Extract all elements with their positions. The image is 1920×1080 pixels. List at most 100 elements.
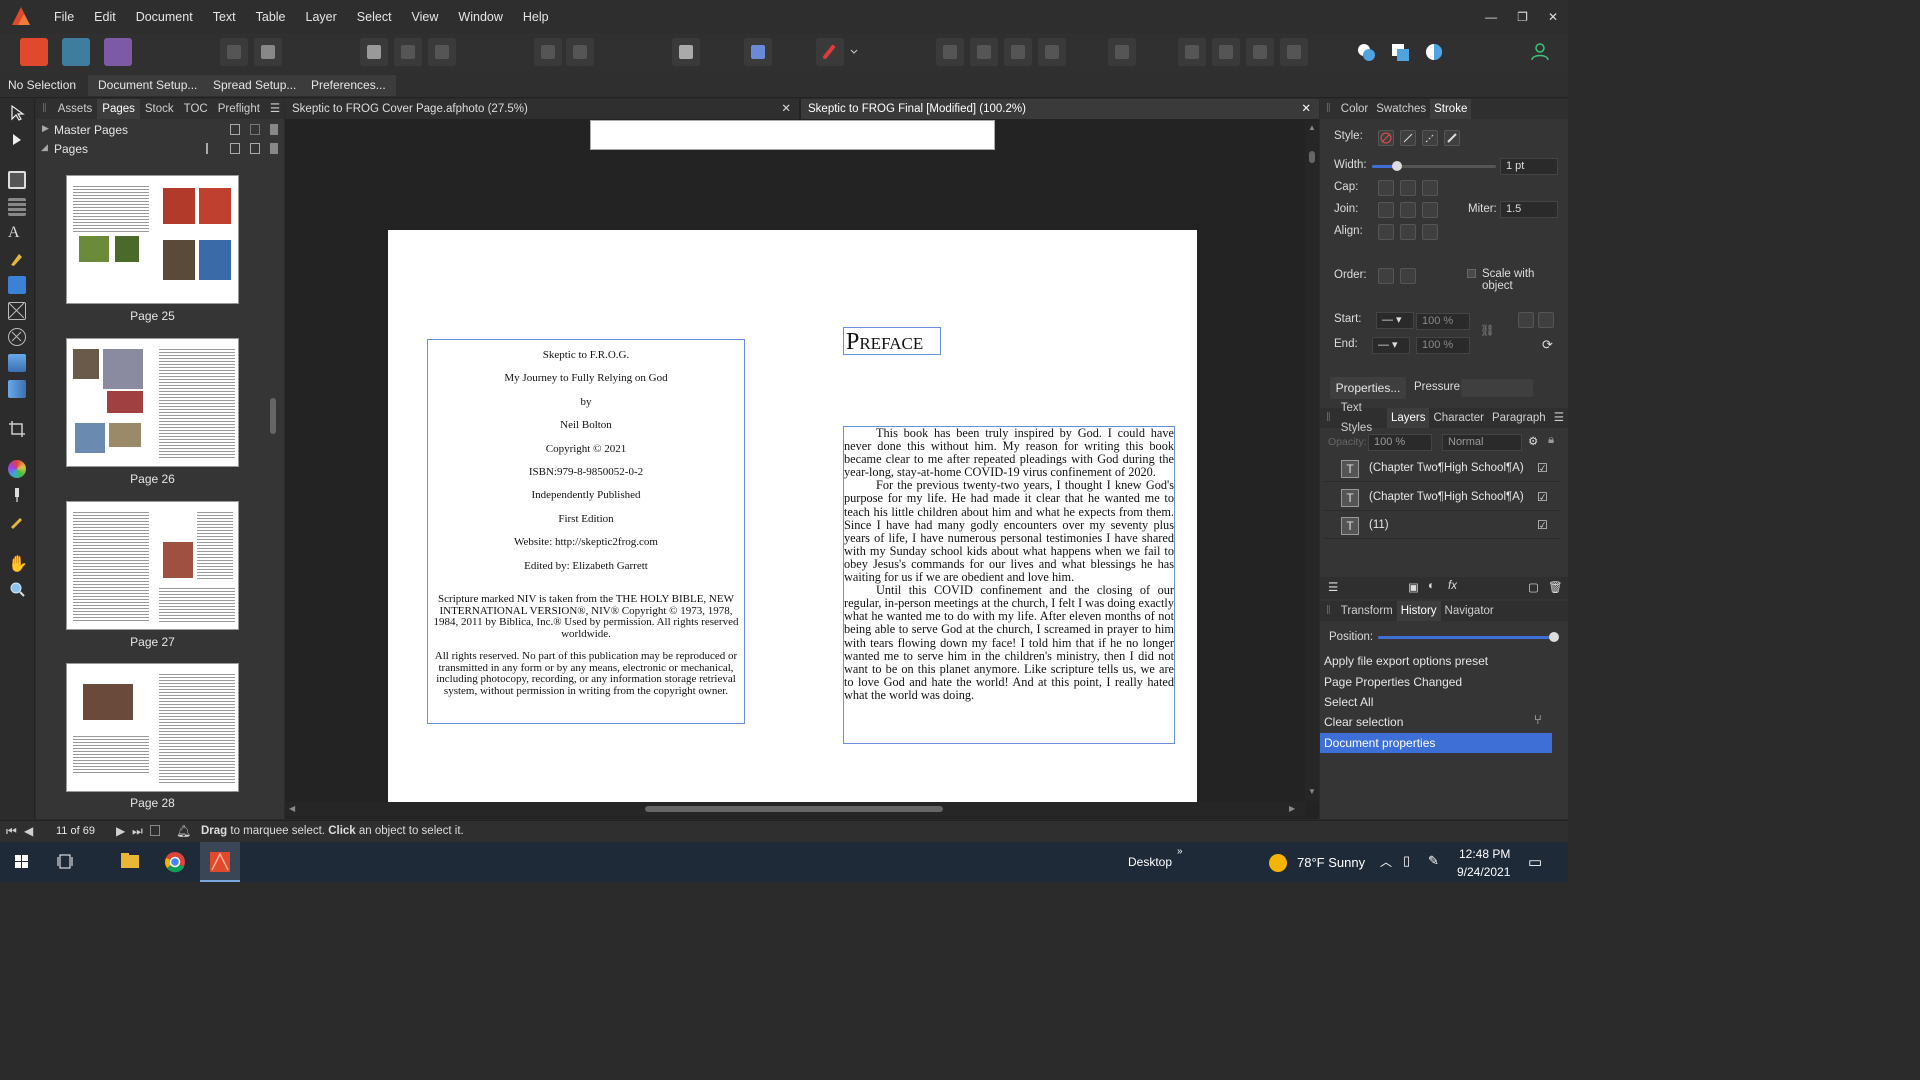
lock-icon[interactable]: 🔒︎ — [1548, 434, 1554, 447]
crop-tool-icon[interactable] — [8, 420, 26, 438]
first-page-icon[interactable]: ⏮ — [6, 824, 17, 839]
picture-frame-tool-icon[interactable] — [8, 302, 26, 320]
color-picker-icon[interactable] — [8, 512, 26, 530]
page-counter[interactable]: 11 of 69 — [56, 825, 95, 837]
round-join-icon[interactable] — [1400, 202, 1416, 218]
rectangle-tool-icon[interactable] — [8, 276, 26, 294]
move-forward-icon[interactable] — [936, 38, 964, 66]
menu-layer[interactable]: Layer — [296, 0, 347, 34]
menu-table[interactable]: Table — [246, 0, 296, 34]
move-back-icon[interactable] — [970, 38, 998, 66]
pages-section[interactable]: ◢ Pages — [40, 140, 280, 158]
history-item-selected[interactable]: Document properties — [1320, 733, 1552, 753]
stroke-behind-icon[interactable] — [1378, 268, 1394, 284]
duplicate-master-icon[interactable] — [250, 124, 260, 135]
tab-paragraph[interactable]: Paragraph — [1488, 408, 1550, 428]
page-view-icon[interactable] — [150, 825, 160, 836]
start-arrowhead-select[interactable]: — ▾ — [1376, 312, 1414, 329]
menu-window[interactable]: Window — [448, 0, 512, 34]
photo-persona-icon[interactable] — [62, 38, 90, 66]
restore-icon[interactable]: ❐ — [1517, 10, 1528, 24]
chevron-right-icon[interactable]: ▶ — [42, 123, 49, 134]
notification-bell-icon[interactable]: 🔔︎ — [176, 824, 191, 838]
tab-final-document[interactable]: Skeptic to FROG Final [Modified] (100.2%… — [801, 99, 1319, 119]
pen-input-icon[interactable]: ✎ — [1428, 853, 1439, 869]
flip-vertical-icon[interactable] — [1280, 38, 1308, 66]
master-apply-icon[interactable] — [206, 143, 218, 154]
solid-line-icon[interactable] — [1400, 130, 1416, 146]
document-setup-button[interactable]: Document Setup... — [88, 75, 208, 96]
history-item[interactable]: Page Properties Changed — [1320, 672, 1552, 692]
align-outside-icon[interactable] — [1422, 224, 1438, 240]
view-mode-icon[interactable] — [360, 38, 388, 66]
preferences-button[interactable]: Preferences... — [301, 75, 396, 96]
share-icon[interactable] — [254, 38, 282, 66]
clock-date[interactable]: 9/24/2021 — [1457, 865, 1510, 879]
notification-center-icon[interactable]: ▭ — [1528, 853, 1542, 871]
layers-stack-icon[interactable]: ☰ — [1328, 580, 1338, 594]
bevel-join-icon[interactable] — [1422, 202, 1438, 218]
add-spread-icon[interactable] — [250, 143, 260, 154]
blend-mode-select[interactable]: Normal — [1442, 434, 1522, 451]
add-page-icon[interactable] — [230, 143, 240, 154]
layer-row[interactable]: T (Chapter Two¶High School¶A) ☑ — [1324, 485, 1560, 511]
gear-icon[interactable]: ⚙ — [1528, 434, 1538, 448]
preview-icon[interactable] — [394, 38, 422, 66]
swap-arrowheads-icon[interactable]: ⟳ — [1542, 337, 1553, 353]
table-tool-icon[interactable] — [8, 198, 26, 216]
boolean-subtract-icon[interactable] — [1386, 38, 1414, 66]
brush-line-icon[interactable] — [1444, 130, 1460, 146]
page-thumbnail[interactable] — [66, 338, 239, 467]
scroll-right-icon[interactable]: ▶ — [1289, 804, 1295, 813]
tab-transform[interactable]: Transform — [1337, 601, 1397, 621]
preface-text-frame[interactable]: This book has been truly inspired by God… — [843, 426, 1175, 744]
clip-icon[interactable] — [428, 38, 456, 66]
boolean-add-icon[interactable] — [1352, 38, 1380, 66]
width-slider[interactable] — [1372, 161, 1496, 171]
tab-text-styles[interactable]: Text Styles — [1337, 398, 1387, 438]
tab-cover-page[interactable]: Skeptic to FROG Cover Page.afphoto (27.5… — [285, 99, 799, 119]
tab-stroke[interactable]: Stroke — [1430, 99, 1472, 119]
miter-join-icon[interactable] — [1378, 202, 1394, 218]
preflight-icon[interactable] — [220, 38, 248, 66]
move-front-icon[interactable] — [1004, 38, 1032, 66]
flip-horizontal-icon[interactable] — [1246, 38, 1274, 66]
move-tool-icon[interactable] — [8, 104, 26, 122]
move-bottom-icon[interactable] — [1038, 38, 1066, 66]
round-cap-icon[interactable] — [1400, 180, 1416, 196]
menu-view[interactable]: View — [402, 0, 449, 34]
arrowhead-align-icon[interactable] — [1518, 312, 1534, 328]
align-center-icon[interactable] — [1378, 224, 1394, 240]
tab-pages[interactable]: Pages — [97, 99, 140, 119]
task-view-icon[interactable] — [46, 842, 86, 882]
align-inside-icon[interactable] — [1400, 224, 1416, 240]
user-account-icon[interactable] — [1526, 38, 1554, 66]
opacity-field[interactable]: 100 % — [1368, 434, 1432, 451]
end-scale-field[interactable]: 100 % — [1416, 337, 1470, 354]
transparency-tool-icon[interactable] — [8, 486, 26, 504]
fill-tool-icon[interactable] — [8, 460, 26, 478]
history-position-knob[interactable] — [1549, 632, 1559, 642]
delete-page-icon[interactable] — [270, 143, 278, 154]
rotate-right-icon[interactable] — [1212, 38, 1240, 66]
master-pages-section[interactable]: ▶ Master Pages — [40, 121, 280, 139]
sunny-weather-icon[interactable] — [1269, 854, 1287, 872]
history-item[interactable]: Clear selection — [1320, 712, 1552, 732]
close-tab-icon[interactable]: ✕ — [1301, 99, 1311, 119]
horizontal-scroll-thumb[interactable] — [645, 806, 943, 812]
snapping-magnet-icon[interactable] — [816, 38, 844, 66]
visibility-checkbox[interactable]: ☑ — [1537, 490, 1548, 504]
scroll-down-icon[interactable]: ▼ — [1308, 787, 1316, 796]
menu-document[interactable]: Document — [126, 0, 203, 34]
panel-menu-icon[interactable]: ☰ — [1550, 408, 1568, 428]
frame-text-tool-icon[interactable] — [8, 171, 26, 189]
properties-button[interactable]: Properties... — [1330, 377, 1406, 399]
weather-text[interactable]: 78°F Sunny — [1297, 855, 1365, 870]
miter-value-field[interactable]: 1.5 — [1500, 201, 1558, 218]
close-tab-icon[interactable]: ✕ — [781, 99, 791, 119]
fx-icon[interactable]: fx — [1448, 580, 1457, 592]
image-tool-icon[interactable] — [8, 380, 26, 398]
start-scale-field[interactable]: 100 % — [1416, 313, 1470, 330]
tab-swatches[interactable]: Swatches — [1372, 99, 1430, 119]
windows-start-icon[interactable] — [2, 842, 42, 882]
